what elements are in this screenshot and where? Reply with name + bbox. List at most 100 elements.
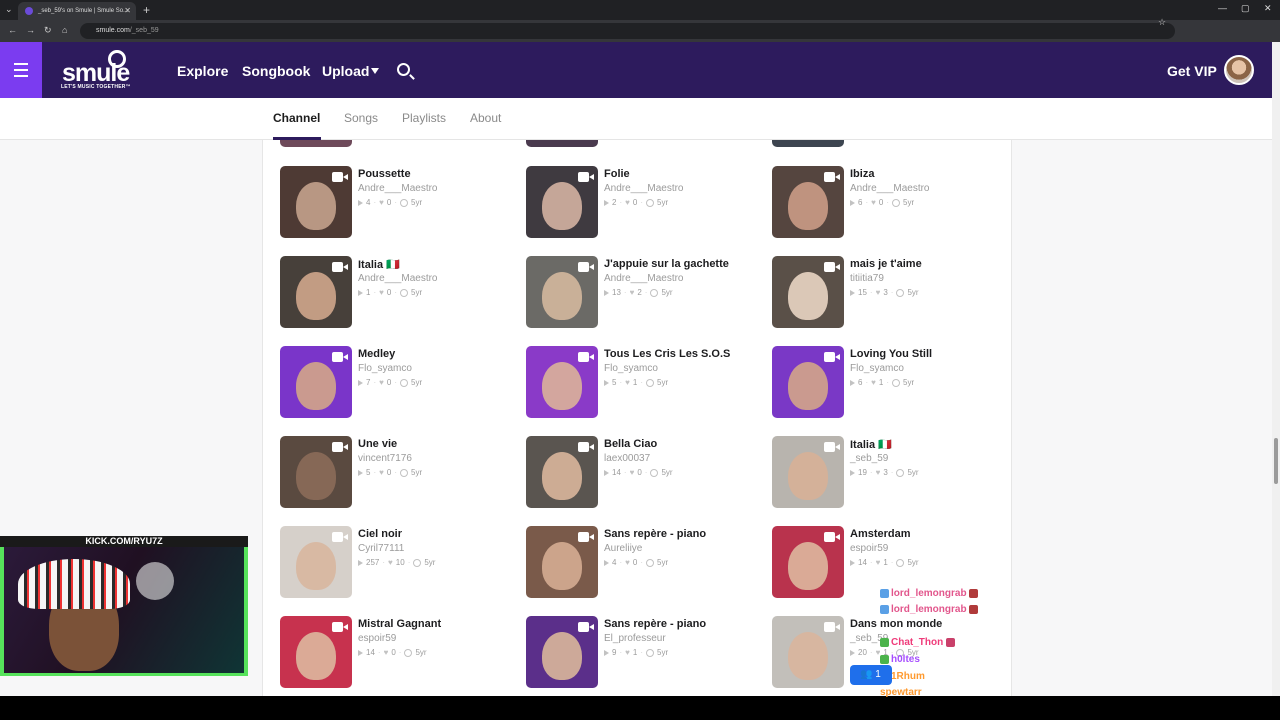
song-user[interactable]: Andre___Maestro <box>604 183 684 194</box>
song-title[interactable]: Folie <box>604 168 630 180</box>
new-tab-icon[interactable]: + <box>143 3 150 17</box>
song-title[interactable]: Mistral Gagnant <box>358 618 441 630</box>
song-user[interactable]: Andre___Maestro <box>358 273 438 284</box>
song-thumbnail[interactable] <box>280 346 352 418</box>
hamburger-menu-button[interactable] <box>0 42 42 98</box>
song-thumbnail[interactable] <box>280 256 352 328</box>
back-icon[interactable]: ← <box>8 25 17 35</box>
scrollbar[interactable] <box>1272 42 1280 696</box>
song-card[interactable]: Italia 🇮🇹 Andre___Maestro 1 · ♥ 0 · 5yr <box>280 256 520 328</box>
get-vip-link[interactable]: Get VIP <box>1167 63 1217 79</box>
song-title[interactable]: Poussette <box>358 168 411 180</box>
song-thumbnail[interactable] <box>280 436 352 508</box>
song-title[interactable]: Une vie <box>358 438 397 450</box>
song-thumbnail[interactable] <box>772 346 844 418</box>
viewer-count-pill[interactable]: 👥 1 <box>850 665 892 685</box>
song-title[interactable]: J'appuie sur la gachette <box>604 258 729 270</box>
song-user[interactable]: Andre___Maestro <box>358 183 438 194</box>
tab-about[interactable]: About <box>470 111 501 125</box>
song-title[interactable]: Medley <box>358 348 395 360</box>
song-user[interactable]: Flo_syamco <box>358 363 412 374</box>
song-title[interactable]: Loving You Still <box>850 348 932 360</box>
song-thumbnail[interactable] <box>526 256 598 328</box>
tab-playlists[interactable]: Playlists <box>402 111 446 125</box>
song-user[interactable]: Andre___Maestro <box>850 183 930 194</box>
song-thumbnail[interactable] <box>772 140 844 147</box>
tab-songs[interactable]: Songs <box>344 111 378 125</box>
forward-icon[interactable]: → <box>26 25 35 35</box>
song-card[interactable]: Medley Flo_syamco 7 · ♥ 0 · 5yr <box>280 346 520 418</box>
song-title[interactable]: Dans mon monde <box>850 618 942 630</box>
tab-channel[interactable]: Channel <box>273 111 320 125</box>
maximize-icon[interactable]: ▢ <box>1241 3 1250 14</box>
song-card[interactable]: Sans repère - piano Aureliiye 4 · ♥ 0 · 5yr <box>526 526 766 598</box>
song-user[interactable]: vincent7176 <box>358 453 412 464</box>
song-thumbnail[interactable] <box>526 346 598 418</box>
upload-caret-icon[interactable] <box>371 68 379 74</box>
song-thumbnail[interactable] <box>280 166 352 238</box>
song-user[interactable]: El_professeur <box>604 633 666 644</box>
song-thumbnail[interactable] <box>772 526 844 598</box>
song-thumbnail[interactable] <box>772 616 844 688</box>
reload-icon[interactable]: ↻ <box>44 25 52 36</box>
avatar[interactable] <box>1224 55 1254 85</box>
bookmark-star-icon[interactable]: ☆ <box>1158 17 1166 27</box>
song-title[interactable]: Ciel noir <box>358 528 402 540</box>
song-thumbnail[interactable] <box>526 526 598 598</box>
song-user[interactable]: Flo_syamco <box>850 363 904 374</box>
song-title[interactable]: Sans repère - piano <box>604 528 706 540</box>
window-close-icon[interactable]: ✕ <box>1264 3 1272 14</box>
song-card[interactable]: J'appuie sur la gachette Andre___Maestro 1… <box>526 256 766 328</box>
song-title[interactable]: Ibiza <box>850 168 874 180</box>
song-card[interactable]: Bella Ciao laex00037 14 · ♥ 0 · 5yr <box>526 436 766 508</box>
song-card[interactable]: Ciel noir Cyril77111 257 · ♥ 10 · 5yr <box>280 526 520 598</box>
song-card[interactable]: mais je t'aime titiitia79 15 · ♥ 3 · 5yr <box>772 256 1012 328</box>
song-title[interactable]: mais je t'aime <box>850 258 922 270</box>
song-title[interactable]: Tous Les Cris Les S.O.S <box>604 348 730 360</box>
song-title[interactable]: Italia 🇮🇹 <box>850 438 892 451</box>
song-title[interactable]: Sans repère - piano <box>604 618 706 630</box>
song-title[interactable]: Bella Ciao <box>604 438 657 450</box>
song-thumbnail[interactable] <box>772 436 844 508</box>
song-thumbnail[interactable] <box>526 166 598 238</box>
song-thumbnail[interactable] <box>280 616 352 688</box>
song-card[interactable]: Mistral Gagnant espoir59 14 · ♥ 0 · 5yr <box>280 616 520 688</box>
home-icon[interactable]: ⌂ <box>62 25 67 35</box>
song-thumbnail[interactable] <box>526 436 598 508</box>
song-card[interactable]: Italia 🇮🇹 _seb_59 19 · ♥ 3 · 5yr <box>772 436 1012 508</box>
minimize-icon[interactable]: — <box>1218 3 1227 13</box>
song-card[interactable]: Loving You Still Flo_syamco 6 · ♥ 1 · 5yr <box>772 346 1012 418</box>
song-thumbnail[interactable] <box>280 140 352 147</box>
song-user[interactable]: Flo_syamco <box>604 363 658 374</box>
tab-close-icon[interactable]: ✕ <box>124 6 131 15</box>
song-card[interactable]: Poussette Andre___Maestro 4 · ♥ 0 · 5yr <box>280 166 520 238</box>
search-icon[interactable] <box>397 63 410 76</box>
song-thumbnail[interactable] <box>526 616 598 688</box>
song-card[interactable]: Sans repère - piano El_professeur 9 · ♥ 1 · 5yr <box>526 616 766 688</box>
song-user[interactable]: Aureliiye <box>604 543 642 554</box>
browser-tab[interactable]: _seb_59's on Smule | Smule So... ✕ <box>18 2 136 20</box>
song-thumbnail[interactable] <box>772 256 844 328</box>
song-user[interactable]: _seb_59 <box>850 453 888 464</box>
nav-songbook[interactable]: Songbook <box>242 63 310 79</box>
nav-explore[interactable]: Explore <box>177 63 228 79</box>
song-thumbnail[interactable] <box>526 140 598 147</box>
song-card[interactable]: Ibiza Andre___Maestro 6 · ♥ 0 · 5yr <box>772 166 1012 238</box>
song-thumbnail[interactable] <box>280 526 352 598</box>
song-user[interactable]: titiitia79 <box>850 273 884 284</box>
song-user[interactable]: laex00037 <box>604 453 650 464</box>
url-field[interactable]: smule.com/_seb_59 <box>80 23 1175 39</box>
scrollbar-thumb[interactable] <box>1274 438 1278 484</box>
song-title[interactable]: Italia 🇮🇹 <box>358 258 400 271</box>
tab-list-icon[interactable]: ⌄ <box>5 4 13 15</box>
song-title[interactable]: Amsterdam <box>850 528 911 540</box>
song-user[interactable]: espoir59 <box>850 543 888 554</box>
song-card[interactable]: Tous Les Cris Les S.O.S Flo_syamco 5 · ♥ 1 · 5y… <box>526 346 766 418</box>
nav-upload[interactable]: Upload <box>322 63 369 79</box>
song-user[interactable]: Andre___Maestro <box>604 273 684 284</box>
song-card[interactable]: Folie Andre___Maestro 2 · ♥ 0 · 5yr <box>526 166 766 238</box>
song-user[interactable]: Cyril77111 <box>358 543 404 554</box>
song-thumbnail[interactable] <box>772 166 844 238</box>
song-card[interactable]: Une vie vincent7176 5 · ♥ 0 · 5yr <box>280 436 520 508</box>
song-user[interactable]: espoir59 <box>358 633 396 644</box>
